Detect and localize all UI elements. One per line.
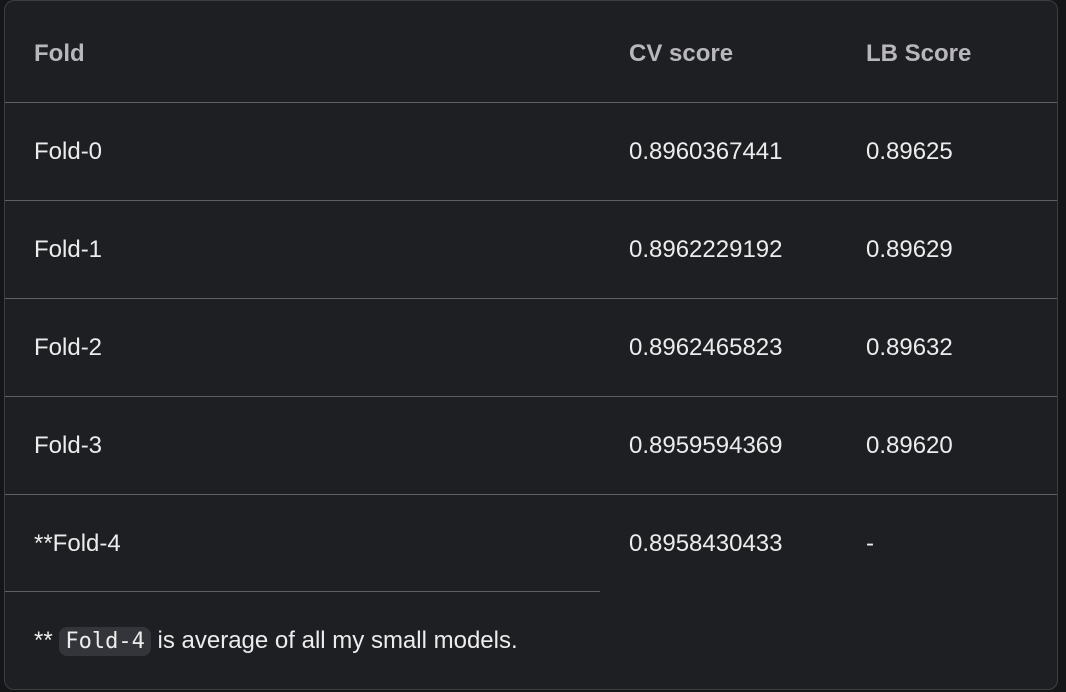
table-header-row: Fold CV score LB Score	[5, 5, 1057, 103]
lb-score-cell: 0.89625	[866, 138, 953, 165]
footnote-text: is average of all my small models.	[157, 627, 518, 654]
lb-score-cell: 0.89632	[866, 334, 953, 361]
table-row: Fold-3 0.8959594369 0.89620	[5, 397, 1057, 495]
footnote-prefix: **	[34, 627, 53, 654]
table-divider	[5, 591, 600, 592]
cv-score-cell: 0.8960367441	[629, 138, 783, 165]
lb-score-cell: 0.89629	[866, 236, 953, 263]
cv-score-cell: 0.8962465823	[629, 334, 783, 361]
cv-score-cell: 0.8959594369	[629, 432, 783, 459]
table-row: Fold-2 0.8962465823 0.89632	[5, 299, 1057, 397]
fold-cell: Fold-2	[34, 334, 103, 361]
fold-cell: Fold-1	[34, 236, 103, 263]
table-row: Fold-1 0.8962229192 0.89629	[5, 201, 1057, 299]
results-table-card: Fold CV score LB Score Fold-0 0.89603674…	[4, 0, 1058, 690]
fold-cell: Fold-3	[34, 432, 103, 459]
header-lb-score: LB Score	[866, 40, 972, 67]
cv-score-cell: 0.8962229192	[629, 236, 783, 263]
fold-cell: **Fold-4	[34, 530, 121, 557]
cv-score-cell: 0.8958430433	[629, 530, 783, 557]
footnote-code: Fold-4	[59, 627, 151, 656]
lb-score-cell: 0.89620	[866, 432, 953, 459]
header-cv-score: CV score	[629, 40, 734, 67]
fold-cell: Fold-0	[34, 138, 103, 165]
table-row: Fold-0 0.8960367441 0.89625	[5, 103, 1057, 201]
table-row: **Fold-4 0.8958430433 -	[5, 495, 1057, 593]
header-fold: Fold	[34, 40, 85, 67]
lb-score-cell: -	[866, 530, 874, 557]
footnote: ** Fold-4 is average of all my small mod…	[34, 623, 518, 660]
